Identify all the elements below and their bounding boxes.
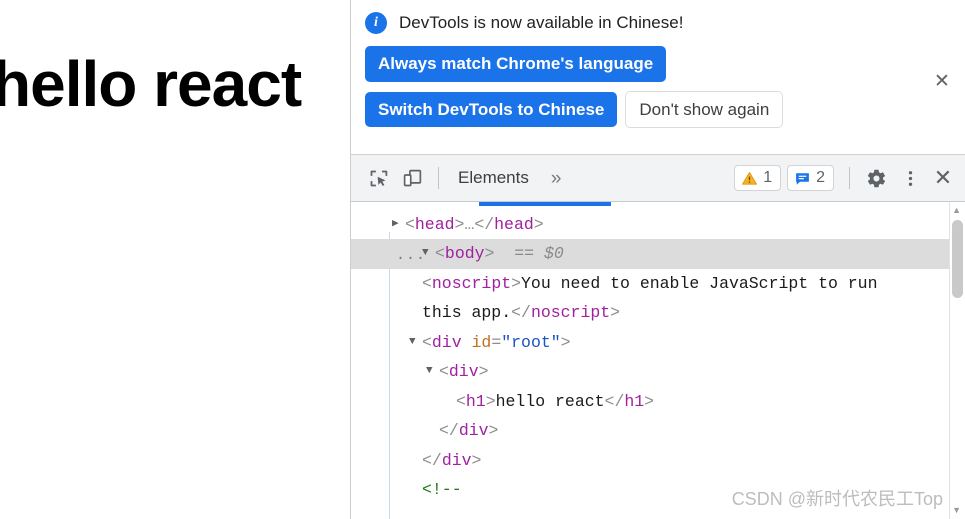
dom-row-div-inner-close[interactable]: </div> (351, 416, 965, 446)
dom-token-tag: head (494, 214, 534, 234)
expanded-triangle-icon[interactable]: ▼ (422, 239, 435, 269)
dom-token-br: < (405, 214, 415, 234)
notification-message: DevTools is now available in Chinese! (399, 13, 684, 32)
more-options-icon[interactable] (893, 161, 927, 195)
dom-token-br: </ (422, 450, 442, 470)
dom-token-tag: body (444, 244, 485, 264)
devtools-toolbar: Elements » 1 2 ✕ (351, 155, 965, 202)
dom-token-tag: html (398, 202, 438, 204)
browser-window: hello react i DevTools is now available … (0, 0, 965, 519)
dom-token-br: </ (511, 303, 531, 322)
tab-elements[interactable]: Elements (448, 168, 539, 188)
notification-actions-row-1: Always match Chrome's language (365, 46, 667, 82)
dom-token-br: > (533, 214, 544, 234)
dom-token-br: < (439, 362, 449, 382)
dom-scrollbar[interactable]: ▲ ▼ (949, 202, 965, 519)
dom-row-noscript-line2[interactable]: this app.</noscript> (351, 298, 965, 328)
device-toolbar-icon[interactable] (395, 161, 429, 195)
dom-token-br: > (488, 421, 499, 440)
inspect-element-icon[interactable] (361, 161, 395, 195)
dom-token-br: = (491, 332, 502, 352)
dom-token-br: < (388, 202, 398, 204)
dom-tree[interactable]: <html lang="en">▶<head>…</head>···▼<body… (351, 202, 965, 505)
notification-actions: Always match Chrome's language Switch De… (365, 46, 951, 129)
message-bubble-icon (796, 172, 809, 185)
dom-token-br: > (610, 303, 621, 322)
page-heading: hello react (0, 48, 302, 120)
expanded-triangle-icon[interactable]: ▼ (426, 357, 439, 387)
dom-row-div-root-close[interactable]: </div> (351, 446, 965, 476)
info-icon: i (365, 12, 387, 34)
language-notification-banner: i DevTools is now available in Chinese! … (351, 0, 965, 155)
always-match-chrome-language-button[interactable]: Always match Chrome's language (365, 46, 667, 82)
dom-token-br: > (560, 332, 571, 352)
dom-token-tag: h1 (465, 391, 486, 411)
dom-token-br: > (485, 391, 496, 411)
warning-count-badge[interactable]: 1 (734, 165, 782, 191)
dom-token-tag: head (414, 214, 455, 234)
dom-token-tag: h1 (624, 391, 645, 411)
dom-token-attr-name: id (471, 332, 492, 352)
dom-token-tag: div (458, 421, 489, 440)
dom-token-txt (438, 202, 448, 204)
dom-token-tag: div (441, 450, 472, 470)
warning-triangle-icon (742, 171, 758, 185)
switch-devtools-to-chinese-button[interactable]: Switch DevTools to Chinese (365, 91, 618, 128)
dom-row-html[interactable]: <html lang="en"> (351, 202, 965, 210)
notification-message-row: i DevTools is now available in Chinese! (365, 12, 951, 34)
notification-actions-row-2: Switch DevTools to Chinese Don't show ag… (365, 90, 784, 129)
active-tab-underline (479, 202, 611, 206)
dom-row-noscript-line1[interactable]: <noscript>You need to enable JavaScript … (351, 269, 965, 299)
dom-token-br: </ (604, 391, 625, 411)
close-notification-icon[interactable]: ✕ (931, 70, 953, 92)
dom-token-br: > (484, 244, 495, 264)
dom-token-comment: <!-- (422, 480, 462, 499)
dom-token-br: < (456, 391, 466, 411)
dom-token-tag: noscript (431, 273, 512, 293)
close-devtools-icon[interactable]: ✕ (927, 162, 959, 194)
dom-row-div-inner[interactable]: ▼ <div> (351, 357, 965, 387)
dom-token-br: </ (474, 214, 495, 234)
dont-show-again-button[interactable]: Don't show again (625, 90, 784, 129)
dom-scrollbar-thumb[interactable] (952, 220, 963, 298)
dom-token-tag: div (431, 332, 462, 352)
gear-icon[interactable] (859, 161, 893, 195)
dom-token-txt (462, 333, 472, 352)
expanded-triangle-icon[interactable]: ▼ (409, 328, 422, 358)
page-viewport: hello react (0, 0, 350, 519)
dom-token-br: > (454, 214, 465, 234)
dom-token-txt: You need to enable JavaScript to run (521, 273, 878, 293)
dom-row-h1[interactable]: <h1>hello react</h1> (351, 387, 965, 417)
dom-tree-panel[interactable]: <html lang="en">▶<head>…</head>···▼<body… (351, 202, 965, 519)
dom-row-head[interactable]: ▶ <head>…</head> (351, 210, 965, 240)
dom-token-br: > (478, 362, 489, 382)
dom-token-tag: div (448, 362, 479, 382)
dom-token-br: < (435, 244, 445, 264)
dom-token-br: > (471, 450, 482, 470)
dom-token-ellip: … (464, 214, 475, 234)
dom-token-br: > (511, 273, 522, 293)
dom-token-br: < (422, 273, 432, 293)
toolbar-divider-2 (849, 167, 850, 189)
dom-token-br: </ (439, 421, 459, 440)
dom-token-txt: hello react (495, 391, 605, 411)
dom-token-sel-ref: == $0 (494, 244, 564, 264)
dom-row-div-root[interactable]: ▼ <div id="root"> (351, 328, 965, 358)
toolbar-divider-1 (438, 167, 439, 189)
dom-token-attr-val: "root" (501, 332, 561, 352)
scroll-down-arrow-icon[interactable]: ▼ (952, 506, 961, 515)
collapsed-triangle-icon[interactable]: ▶ (392, 210, 405, 240)
dom-token-br: < (422, 332, 432, 352)
dom-token-txt: this app. (422, 303, 512, 322)
message-count: 2 (816, 169, 825, 186)
scroll-up-arrow-icon[interactable]: ▲ (952, 206, 961, 215)
dom-row-comment-start[interactable]: <!-- (351, 475, 965, 505)
dom-row-body[interactable]: ···▼ <body> == $0 (351, 239, 965, 269)
dom-token-tag: noscript (530, 303, 611, 322)
warning-count: 1 (763, 169, 773, 186)
more-tabs-chevron-icon[interactable]: » (539, 169, 574, 188)
dom-token-br: > (644, 391, 655, 411)
devtools-panel: i DevTools is now available in Chinese! … (350, 0, 965, 519)
message-count-badge[interactable]: 2 (787, 165, 834, 191)
